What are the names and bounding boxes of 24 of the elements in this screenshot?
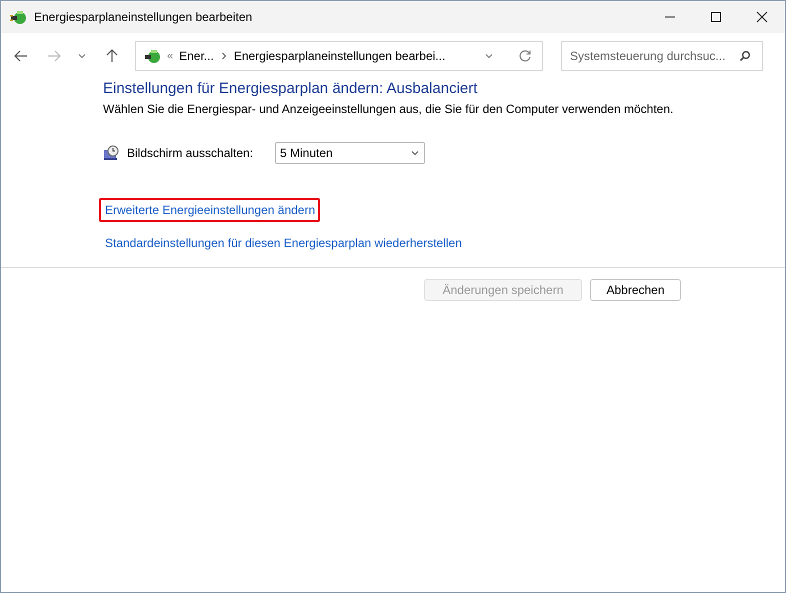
chevron-down-icon[interactable]	[484, 51, 494, 61]
page-heading: Einstellungen für Energiesparplan ändern: Ausbalanciert	[103, 80, 478, 97]
window-title: Energiesparplaneinstellungen bearbeiten	[34, 10, 252, 24]
link[interactable]: Standardeinstellungen für diesen Energiesparplan wiederherstellen	[99, 231, 467, 255]
overflow-chevrons[interactable]: «	[167, 50, 174, 62]
search-field[interactable]: Systemsteuerung durchsuc...	[561, 41, 763, 71]
back-icon[interactable]	[13, 48, 29, 64]
cancel-button[interactable]: Abbrechen	[590, 279, 681, 301]
breadcrumb[interactable]: Ener...	[179, 49, 214, 63]
chevron-down-icon	[410, 148, 420, 158]
address-bar[interactable]: « Ener... Energiesparplaneinstellungen bearbei...	[135, 41, 543, 71]
setting-label: Bildschirm ausschalten:	[127, 146, 254, 160]
power-plug-icon	[143, 47, 161, 65]
monitor-clock-icon	[103, 145, 119, 161]
link[interactable]: Erweiterte Energieeinstellungen ändern	[99, 198, 320, 222]
search-icon[interactable]	[739, 50, 751, 62]
breadcrumb-separator-icon	[220, 52, 228, 60]
breadcrumb[interactable]: Energiesparplaneinstellungen bearbei...	[234, 49, 446, 63]
chevron-down-icon[interactable]	[77, 51, 87, 61]
up-icon[interactable]	[104, 48, 120, 64]
power-plug-icon	[9, 8, 27, 26]
refresh-icon[interactable]	[518, 49, 532, 63]
dropdown[interactable]: 5 Minuten	[275, 142, 425, 164]
description-text: Wählen Sie die Energiespar- und Anzeigeeinstellungen aus, die Sie für den Computer verwenden möchten.	[103, 102, 674, 116]
